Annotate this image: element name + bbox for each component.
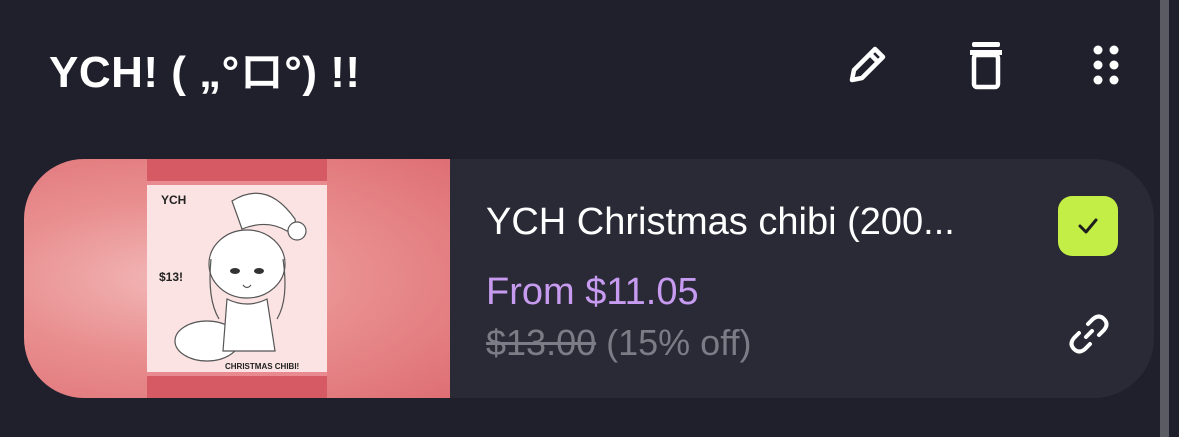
thumbnail-area: YCH $13! CHRISTMAS CHIBI! [24,159,450,398]
item-thumbnail: YCH $13! CHRISTMAS CHIBI! [147,159,327,398]
drag-handle-icon [1093,45,1119,85]
link-icon [1069,314,1109,354]
original-price: $13.00 [486,322,597,363]
scrollbar[interactable] [1160,0,1169,437]
delete-button[interactable] [957,36,1015,94]
thumbnail-text-price: $13! [159,270,183,284]
page-title: YCH! ( „°ロ°) !! [49,48,361,97]
original-price-line: $13.00 (15% off) [486,322,752,364]
drag-handle-button[interactable] [1077,36,1135,94]
item-card[interactable]: YCH $13! CHRISTMAS CHIBI! YCH Christmas … [24,159,1154,398]
header: YCH! ( „°ロ°) !! [0,0,1160,130]
page: YCH! ( „°ロ°) !! YCH $13! CHRISTMAS CHIBI… [0,0,1179,437]
item-info: YCH Christmas chibi (200... From $11.05 … [486,159,1126,398]
pencil-icon [849,46,886,83]
discount-label: (15% off) [606,322,752,363]
item-price: From $11.05 [486,271,699,313]
select-checkbox[interactable] [1058,196,1118,256]
copy-link-button[interactable] [1064,309,1114,359]
thumbnail-text-top: YCH [161,193,186,207]
trash-icon [970,42,1002,90]
edit-button[interactable] [838,36,896,94]
check-icon [1078,218,1098,234]
thumbnail-text-bottom: CHRISTMAS CHIBI! [225,362,299,371]
item-title[interactable]: YCH Christmas chibi (200... [486,201,1031,244]
